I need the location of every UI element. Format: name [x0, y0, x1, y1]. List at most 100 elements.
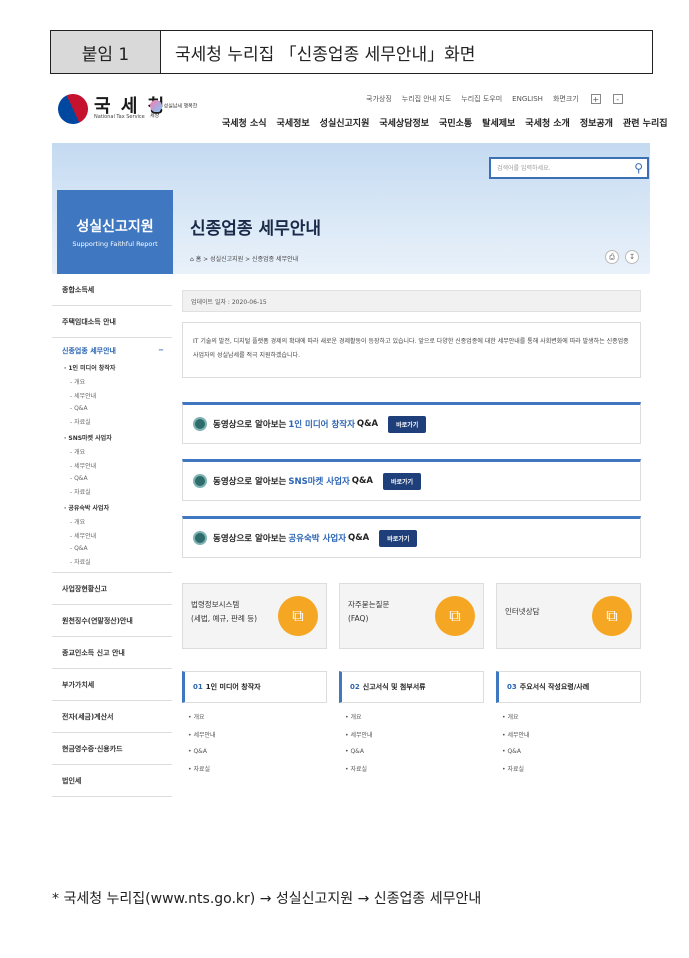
column-link[interactable]: • 자료실: [182, 764, 327, 773]
sidebar-leaf[interactable]: - 개요: [62, 377, 172, 386]
sidebar-item-religious[interactable]: 종교인소득 신고 안내: [52, 637, 172, 669]
zoom-in-button[interactable]: +: [590, 94, 601, 104]
sidebar-sub-media[interactable]: · 1인 미디어 창작자: [62, 363, 172, 372]
util-link-sitemap[interactable]: 누리집 안내 지도: [402, 94, 452, 104]
gnb-faithful-report[interactable]: 성실신고지원: [320, 116, 370, 129]
column-media: 01 1인 미디어 창작자 • 개요 • 세무안내 • Q&A • 자료실: [182, 671, 327, 773]
global-nav: 국세청 소식 국세정보 성실신고지원 국세상담정보 국민소통 탈세제보 국세청 …: [222, 116, 668, 129]
util-link-helper[interactable]: 누리집 도우미: [461, 94, 502, 104]
gnb-related-sites[interactable]: 관련 누리집: [623, 116, 668, 129]
go-button[interactable]: 바로가기: [382, 472, 422, 490]
gnb-about[interactable]: 국세청 소개: [525, 116, 570, 129]
column-link[interactable]: • 세무안내: [339, 730, 484, 739]
sidebar-title: 성실신고지원: [76, 219, 154, 235]
sidebar-item-business-report[interactable]: 사업장현황신고: [52, 573, 172, 605]
card-online-consult[interactable]: 인터넷상담 ⧉: [496, 583, 641, 649]
search-placeholder: 검색어를 입력하세요.: [497, 165, 551, 172]
util-zoom-label: 화면크기: [552, 95, 579, 103]
column-link[interactable]: • 세무안내: [496, 730, 641, 739]
column-header[interactable]: 01 1인 미디어 창작자: [182, 671, 327, 703]
go-button[interactable]: 바로가기: [379, 529, 418, 547]
card-law-system[interactable]: 법령정보시스템 (세법, 예규, 판례 등) ⧉: [182, 583, 327, 649]
column-link[interactable]: • 개요: [182, 712, 327, 721]
gnb-disclosure[interactable]: 정보공개: [580, 116, 613, 129]
sidebar-item-corporate-tax[interactable]: 법인세: [52, 765, 172, 797]
column-link[interactable]: • Q&A: [496, 748, 641, 755]
video-icon: [193, 531, 207, 545]
gnb-consult[interactable]: 국세상담정보: [379, 116, 429, 129]
zoom-out-button[interactable]: -: [612, 94, 623, 104]
gnb-tax-info[interactable]: 국세정보: [277, 116, 310, 129]
go-button[interactable]: 바로가기: [388, 415, 427, 433]
external-link-icon: ⧉: [592, 596, 632, 636]
sidebar-item-rental-income[interactable]: 주택임대소득 안내: [52, 306, 172, 338]
card-faq[interactable]: 자주묻는질문 (FAQ) ⧉: [339, 583, 484, 649]
column-link[interactable]: • 세무안내: [182, 730, 327, 739]
column-header[interactable]: 03 주요서식 작성요령/사례: [496, 671, 641, 703]
column-header[interactable]: 02 신고서식 및 첨부서류: [339, 671, 484, 703]
gnb-news[interactable]: 국세청 소식: [222, 116, 267, 129]
video-icon: [193, 417, 207, 431]
slogan-icon: [150, 100, 162, 112]
external-link-icon: ⧉: [278, 596, 318, 636]
gnb-report-evasion[interactable]: 탈세제보: [482, 116, 515, 129]
home-icon[interactable]: ⌂: [190, 256, 194, 263]
breadcrumb-text[interactable]: 홈 > 성실신고지원 > 신종업종 세무안내: [196, 256, 298, 263]
caption-label: 붙임 1: [51, 31, 161, 73]
sidebar-leaf[interactable]: - 개요: [62, 517, 172, 526]
sidebar-item-new-business[interactable]: 신종업종 세무안내 −: [62, 346, 172, 356]
column-guides: 03 주요서식 작성요령/사례 • 개요 • 세무안내 • Q&A • 자료실: [496, 671, 641, 773]
collapse-icon[interactable]: −: [158, 346, 164, 356]
sidebar-item-receipt[interactable]: 현금영수증·신용카드: [52, 733, 172, 765]
column-link[interactable]: • Q&A: [339, 748, 484, 755]
sidebar-item-e-invoice[interactable]: 전자(세금)계산서: [52, 701, 172, 733]
sidebar-item-withholding[interactable]: 원천징수(연말정산)안내: [52, 605, 172, 637]
logo-english: National Tax Service: [94, 114, 145, 120]
search-input[interactable]: 검색어를 입력하세요. ⚲: [489, 157, 649, 179]
sidebar-leaf[interactable]: - 세무안내: [62, 391, 172, 400]
column-link[interactable]: • 자료실: [496, 764, 641, 773]
gnb-communication[interactable]: 국민소통: [439, 116, 472, 129]
external-link-icon: ⧉: [435, 596, 475, 636]
page-title: 신종업종 세무안내: [190, 219, 322, 239]
footnote: * 국세청 누리집(www.nts.go.kr) → 성실신고지원 → 신종업종…: [52, 891, 482, 907]
sidebar-item-income-tax[interactable]: 종합소득세: [52, 274, 172, 306]
column-forms: 02 신고서식 및 첨부서류 • 개요 • 세무안내 • Q&A • 자료실: [339, 671, 484, 773]
intro-text: IT 기술의 발전, 디지털 플랫폼 경제의 확대에 따라 새로운 경제활동이 …: [182, 322, 641, 378]
sidebar-sub-sns[interactable]: · SNS마켓 사업자: [62, 433, 172, 442]
sidebar-leaf[interactable]: - 세무안내: [62, 531, 172, 540]
video-box-sns: 동영상으로 알아보는 SNS마켓 사업자 Q&A 바로가기: [182, 459, 641, 501]
sidebar-leaf[interactable]: - Q&A: [62, 405, 172, 412]
sidebar-subtitle: Supporting Faithful Report: [72, 240, 158, 248]
column-link[interactable]: • 개요: [496, 712, 641, 721]
print-icon[interactable]: ⎙: [605, 250, 619, 264]
sidebar-leaf[interactable]: - 세무안내: [62, 461, 172, 470]
column-link[interactable]: • 개요: [339, 712, 484, 721]
sidebar-leaf[interactable]: - 자료실: [62, 557, 172, 566]
breadcrumb: ⌂ 홈 > 성실신고지원 > 신종업종 세무안내: [190, 254, 298, 263]
sidebar-leaf[interactable]: - 자료실: [62, 417, 172, 426]
sidebar-open-section: 신종업종 세무안내 − · 1인 미디어 창작자 - 개요 - 세무안내 - Q&…: [52, 338, 172, 573]
sidebar-header: 성실신고지원 Supporting Faithful Report: [57, 190, 173, 274]
slogan-badge: 성실납세 행복한 세상: [150, 100, 202, 124]
column-link[interactable]: • 자료실: [339, 764, 484, 773]
sidebar-nav: 종합소득세 주택임대소득 안내 신종업종 세무안내 − · 1인 미디어 창작자 …: [52, 274, 172, 797]
video-box-sharing: 동영상으로 알아보는 공유숙박 사업자 Q&A 바로가기: [182, 516, 641, 558]
video-icon: [193, 474, 207, 488]
taegeuk-icon: [53, 89, 93, 129]
sidebar-item-vat[interactable]: 부가가치세: [52, 669, 172, 701]
page-tools: ⎙ ↧: [605, 250, 639, 264]
video-box-media: 동영상으로 알아보는 1인 미디어 창작자 Q&A 바로가기: [182, 402, 641, 444]
caption-title: 국세청 누리집 「신종업종 세무안내」화면: [175, 44, 476, 65]
sidebar-leaf[interactable]: - 개요: [62, 447, 172, 456]
sidebar-leaf[interactable]: - Q&A: [62, 545, 172, 552]
util-link-symbol[interactable]: 국가상징: [366, 94, 392, 104]
column-link[interactable]: • Q&A: [182, 748, 327, 755]
sidebar-leaf[interactable]: - Q&A: [62, 475, 172, 482]
sidebar-leaf[interactable]: - 자료실: [62, 487, 172, 496]
search-icon[interactable]: ⚲: [634, 161, 643, 175]
update-date: 업데이트 일자 : 2020-06-15: [182, 290, 641, 312]
download-icon[interactable]: ↧: [625, 250, 639, 264]
util-link-english[interactable]: ENGLISH: [512, 95, 543, 103]
sidebar-sub-sharing[interactable]: · 공유숙박 사업자: [62, 503, 172, 512]
